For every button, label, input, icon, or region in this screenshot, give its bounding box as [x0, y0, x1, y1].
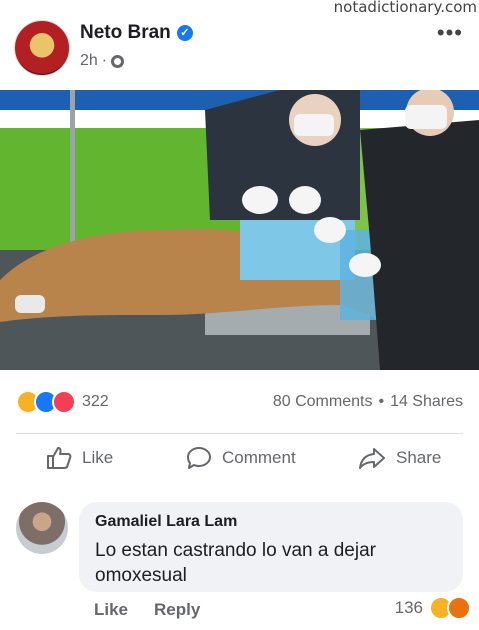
post-meta: 2h ·: [80, 52, 125, 70]
divider: [16, 433, 463, 434]
comments-count-link[interactable]: 80 Comments: [273, 393, 373, 411]
post-photo[interactable]: [0, 90, 479, 370]
post-header: Neto Bran ✓ 2h · •••: [14, 18, 463, 78]
author-name[interactable]: Neto Bran: [80, 22, 171, 44]
comment-reply-button[interactable]: Reply: [154, 600, 200, 620]
comment-label: Comment: [222, 448, 296, 467]
comment-author[interactable]: Gamaliel Lara Lam: [95, 513, 237, 531]
angry-reaction-icon: [447, 596, 471, 620]
comment-text: Lo estan castrando lo van a dejar omoxes…: [95, 540, 376, 586]
post-stats: 322 80 Comments • 14 Shares: [16, 390, 463, 416]
like-button[interactable]: Like: [46, 446, 113, 470]
post-time[interactable]: 2h: [80, 52, 98, 70]
verified-badge-icon: ✓: [176, 25, 193, 41]
thumbs-up-icon: [46, 446, 72, 470]
shares-count-link[interactable]: 14 Shares: [390, 393, 463, 411]
counts-separator: •: [378, 393, 385, 410]
engagement-counts: 80 Comments • 14 Shares: [273, 393, 463, 411]
more-options-button[interactable]: •••: [437, 20, 463, 46]
watermark: notadictionary.com: [333, 0, 477, 16]
photo-illustration: [0, 90, 479, 370]
comment-button[interactable]: Comment: [186, 446, 296, 470]
comment-like-button[interactable]: Like: [94, 600, 128, 620]
globe-icon: [111, 54, 125, 68]
author-avatar[interactable]: [14, 20, 70, 76]
post-actions: Like Comment Share: [0, 446, 479, 476]
speech-bubble-icon: [186, 446, 212, 470]
love-reaction-icon: [52, 390, 76, 414]
comment-bubble: Gamaliel Lara Lam Lo estan castrando lo …: [79, 502, 463, 592]
commenter-avatar[interactable]: [16, 502, 68, 554]
share-label: Share: [396, 448, 442, 467]
like-label: Like: [82, 448, 114, 467]
share-button[interactable]: Share: [358, 446, 441, 470]
comment-reactions[interactable]: 136: [394, 596, 471, 620]
reaction-count: 322: [82, 393, 109, 410]
comment-reaction-count: 136: [394, 598, 423, 617]
share-arrow-icon: [358, 446, 386, 470]
reaction-summary[interactable]: 322: [16, 390, 109, 414]
meta-separator: ·: [101, 52, 108, 69]
author-row: Neto Bran ✓: [80, 22, 193, 44]
